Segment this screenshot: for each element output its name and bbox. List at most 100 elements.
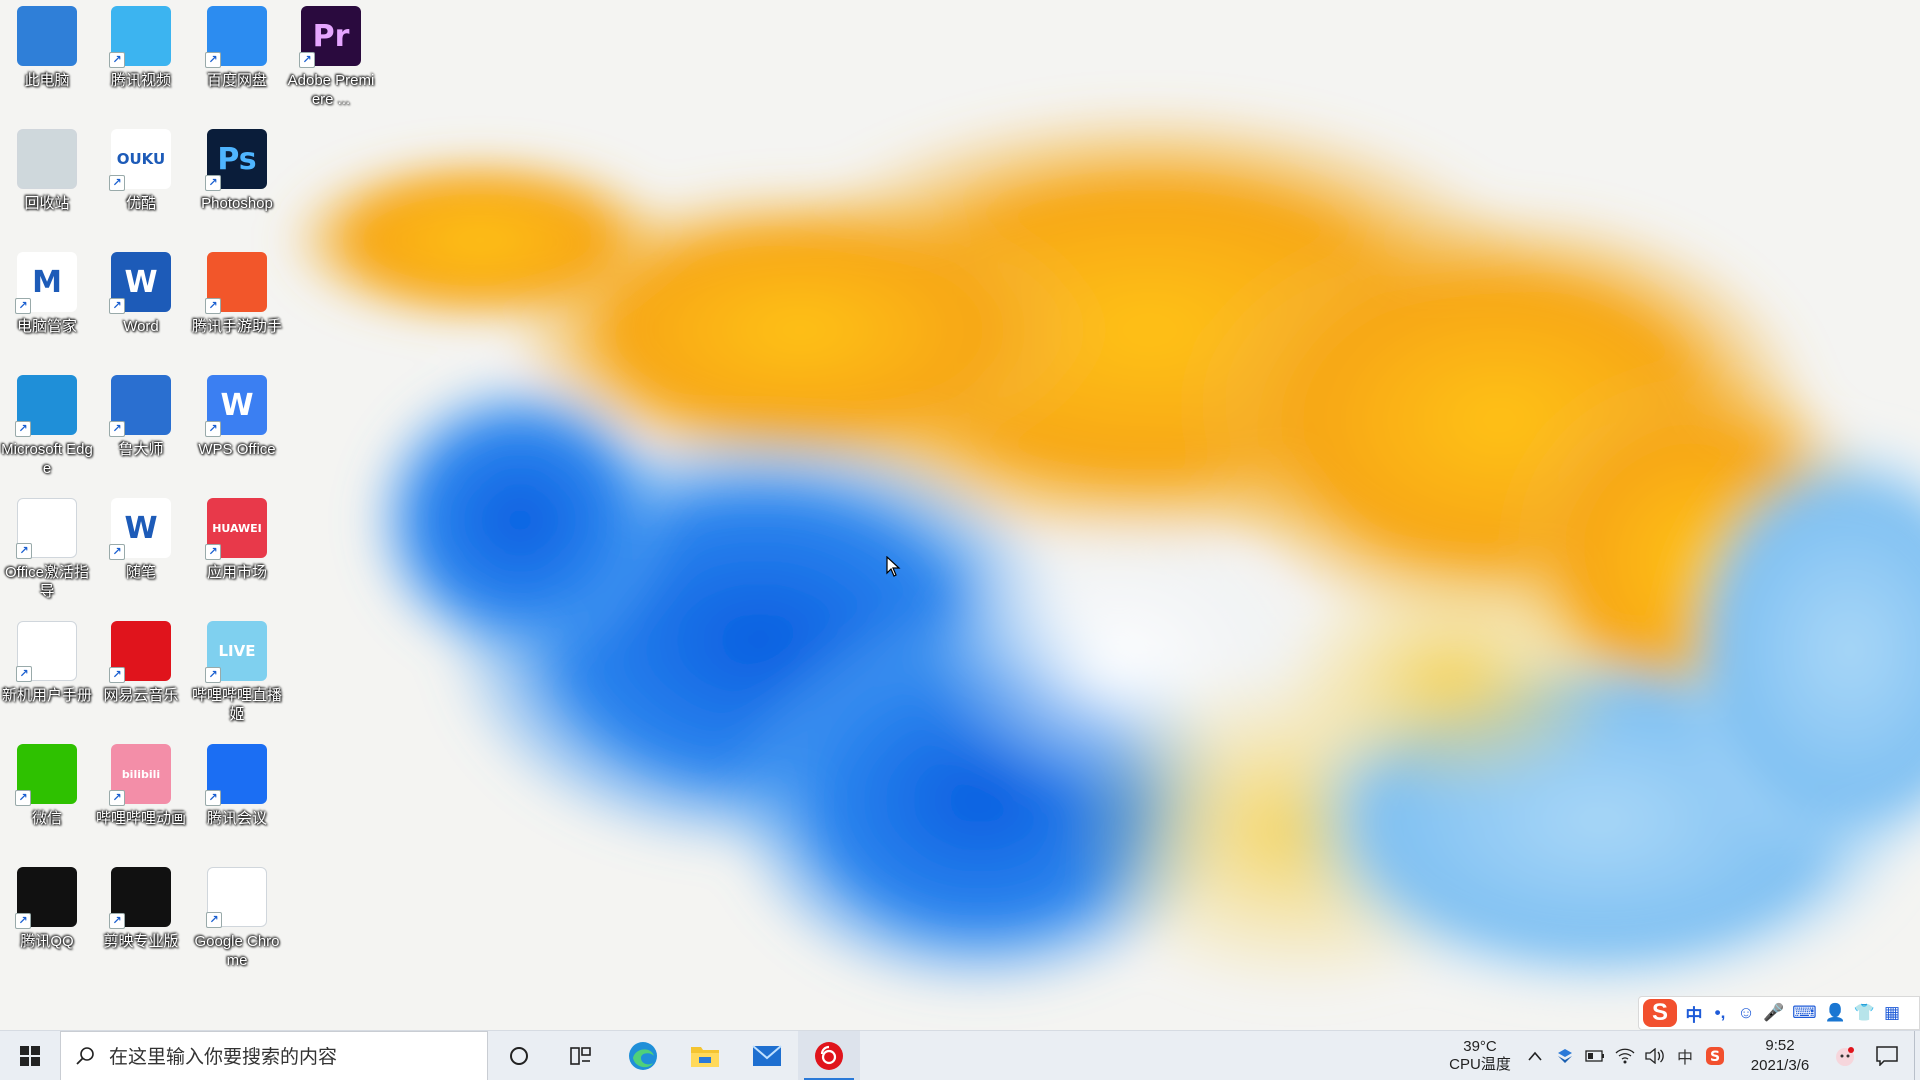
desktop-icon[interactable]: M ↗ 电脑管家 bbox=[0, 246, 94, 364]
word-icon: W ↗ bbox=[109, 252, 171, 314]
desktop-icon[interactable]: W ↗ WPS Office bbox=[190, 369, 284, 487]
desktop-icon[interactable]: ↗ 鲁大师 bbox=[94, 369, 188, 487]
desktop-icon[interactable]: ↗ Microsoft Edge bbox=[0, 369, 94, 487]
taskbar-file-explorer-button[interactable] bbox=[674, 1031, 736, 1080]
ime-toolbar[interactable]: S 中 •, ☺ 🎤 ⌨ 👤 👕 ▦ bbox=[1638, 996, 1920, 1030]
emoji-icon[interactable]: ☺ bbox=[1737, 1003, 1755, 1023]
cortana-button[interactable] bbox=[488, 1031, 550, 1080]
desktop-icon[interactable]: 回收站 bbox=[0, 123, 94, 241]
tray-pet-button[interactable] bbox=[1830, 1031, 1860, 1080]
show-desktop-button[interactable] bbox=[1914, 1030, 1920, 1080]
bilibili-live-icon: LIVE ↗ bbox=[205, 621, 267, 683]
show-hidden-icons-button[interactable] bbox=[1520, 1031, 1550, 1080]
shortcut-arrow-icon: ↗ bbox=[205, 790, 221, 806]
desktop-icon[interactable]: bilibili ↗ 哔哩哔哩动画 bbox=[94, 738, 188, 856]
desktop-icon-label: 电脑管家 bbox=[16, 318, 77, 335]
chevron-up-icon bbox=[1528, 1051, 1542, 1061]
desktop-icon-label: 哔哩哔哩动画 bbox=[95, 810, 186, 827]
speaker-icon bbox=[1645, 1047, 1664, 1064]
netease-music-icon: ↗ bbox=[109, 621, 171, 683]
skin-icon[interactable]: 👕 bbox=[1854, 1003, 1875, 1023]
desktop-icon[interactable]: ↗ Google Chrome bbox=[190, 861, 284, 979]
sogou-s-icon[interactable]: S bbox=[1643, 999, 1677, 1027]
desktop-icon[interactable]: 此电脑 bbox=[0, 0, 94, 118]
shortcut-arrow-icon: ↗ bbox=[109, 298, 125, 314]
input-mode-indicator[interactable]: 中 bbox=[1670, 1031, 1700, 1080]
desktop-icon[interactable]: LIVE ↗ 哔哩哔哩直播姬 bbox=[190, 615, 284, 733]
desktop-icon[interactable]: ↗ Office激活指导 bbox=[0, 492, 94, 610]
shortcut-arrow-icon: ↗ bbox=[109, 667, 125, 683]
taskbar-edge-button[interactable] bbox=[612, 1031, 674, 1080]
desktop-icon[interactable]: W ↗ Word bbox=[94, 246, 188, 364]
shortcut-arrow-icon: ↗ bbox=[16, 666, 32, 682]
cpu-temp-value: 39°C bbox=[1463, 1037, 1497, 1055]
desktop-icon[interactable]: ↗ 剪映专业版 bbox=[94, 861, 188, 979]
huawei-appgallery-icon: HUAWEI ↗ bbox=[205, 498, 267, 560]
tencent-game-assistant-icon: ↗ bbox=[205, 252, 267, 314]
taskbar-mail-button[interactable] bbox=[736, 1031, 798, 1080]
icon-glyph: W bbox=[124, 264, 158, 300]
desktop-icon-label: 鲁大师 bbox=[118, 441, 164, 458]
taskbar-clock[interactable]: 9:52 2021/3/6 bbox=[1730, 1036, 1830, 1076]
clock-date: 2021/3/6 bbox=[1750, 1056, 1810, 1074]
tencent-meeting-icon: ↗ bbox=[205, 744, 267, 806]
keyboard-icon[interactable]: ⌨ bbox=[1792, 1003, 1817, 1023]
desktop-icon[interactable]: ↗ 新机用户手册 bbox=[0, 615, 94, 733]
shortcut-arrow-icon: ↗ bbox=[205, 667, 221, 683]
desktop-icon[interactable]: ↗ 百度网盘 bbox=[190, 0, 284, 118]
icon-glyph: OUKU bbox=[116, 150, 166, 168]
desktop-icon-label: 回收站 bbox=[24, 195, 70, 212]
desktop-icon[interactable]: ↗ 腾讯会议 bbox=[190, 738, 284, 856]
desktop-icon-label: 哔哩哔哩直播姬 bbox=[191, 687, 282, 723]
action-center-button[interactable] bbox=[1860, 1031, 1914, 1080]
desktop-icon[interactable]: ↗ 网易云音乐 bbox=[94, 615, 188, 733]
ludashi-icon: ↗ bbox=[109, 375, 171, 437]
battery-icon bbox=[1585, 1049, 1604, 1062]
desktop-icon[interactable]: Ps ↗ Photoshop bbox=[190, 123, 284, 241]
desktop-icon[interactable]: W ↗ 随笔 bbox=[94, 492, 188, 610]
desktop-icon[interactable]: Pr ↗ Adobe Premiere ... bbox=[284, 0, 378, 118]
desktop-icon[interactable]: ↗ 腾讯手游助手 bbox=[190, 246, 284, 364]
youku-icon: OUKU ↗ bbox=[109, 129, 171, 191]
clock-time: 9:52 bbox=[1765, 1036, 1795, 1054]
shortcut-arrow-icon: ↗ bbox=[206, 912, 222, 928]
desktop-icon[interactable]: ↗ 微信 bbox=[0, 738, 94, 856]
shortcut-arrow-icon: ↗ bbox=[205, 52, 221, 68]
shortcut-arrow-icon: ↗ bbox=[109, 52, 125, 68]
mic-icon[interactable]: 🎤 bbox=[1763, 1003, 1784, 1023]
task-view-icon bbox=[570, 1046, 591, 1065]
task-view-button[interactable] bbox=[550, 1031, 612, 1080]
taskbar-netease-music-button[interactable] bbox=[798, 1030, 860, 1080]
desktop-icon[interactable]: HUAWEI ↗ 应用市场 bbox=[190, 492, 284, 610]
shortcut-arrow-icon: ↗ bbox=[109, 175, 125, 191]
desktop-icon[interactable]: ↗ 腾讯QQ bbox=[0, 861, 94, 979]
user-icon[interactable]: 👤 bbox=[1825, 1003, 1846, 1023]
cpu-temp-label: CPU温度 bbox=[1449, 1055, 1511, 1073]
sogou-icon: S bbox=[1706, 1046, 1724, 1065]
start-button[interactable] bbox=[0, 1031, 60, 1080]
volume-button[interactable] bbox=[1640, 1031, 1670, 1080]
mouse-cursor bbox=[886, 556, 901, 577]
mail-icon bbox=[752, 1044, 782, 1066]
desktop-icon-label: 此电脑 bbox=[24, 72, 70, 89]
taskbar: 在这里输入你要搜索的内容 39°C CPU温度 中 S 9:52 2021/3/… bbox=[0, 1030, 1920, 1080]
chinese-mode-icon[interactable]: 中 bbox=[1685, 1001, 1703, 1026]
capcut-icon: ↗ bbox=[109, 867, 171, 929]
network-button[interactable] bbox=[1610, 1031, 1640, 1080]
icon-glyph: W bbox=[220, 387, 254, 423]
search-placeholder: 在这里输入你要搜索的内容 bbox=[109, 1047, 338, 1068]
cpu-temperature[interactable]: 39°C CPU温度 bbox=[1440, 1038, 1520, 1074]
desktop-icon[interactable]: OUKU ↗ 优酷 bbox=[94, 123, 188, 241]
recycle-bin-icon bbox=[17, 129, 77, 189]
desktop-icon-label: Photoshop bbox=[201, 195, 273, 212]
toolbox-icon[interactable]: ▦ bbox=[1883, 1003, 1901, 1023]
battery-button[interactable] bbox=[1580, 1031, 1610, 1080]
taskbar-search-box[interactable]: 在这里输入你要搜索的内容 bbox=[60, 1030, 488, 1080]
tray-app-button[interactable] bbox=[1550, 1031, 1580, 1080]
desktop[interactable]: 此电脑 ↗ 腾讯视频 ↗ 百度网盘 Pr ↗ Adobe Premiere ... 回收站 OUK… bbox=[0, 0, 1920, 1030]
sogou-tray-button[interactable]: S bbox=[1700, 1031, 1730, 1080]
desktop-icon[interactable]: ↗ 腾讯视频 bbox=[94, 0, 188, 118]
chrome-icon: ↗ bbox=[206, 867, 267, 928]
punctuation-icon[interactable]: •, bbox=[1711, 1003, 1729, 1023]
shortcut-arrow-icon: ↗ bbox=[205, 544, 221, 560]
